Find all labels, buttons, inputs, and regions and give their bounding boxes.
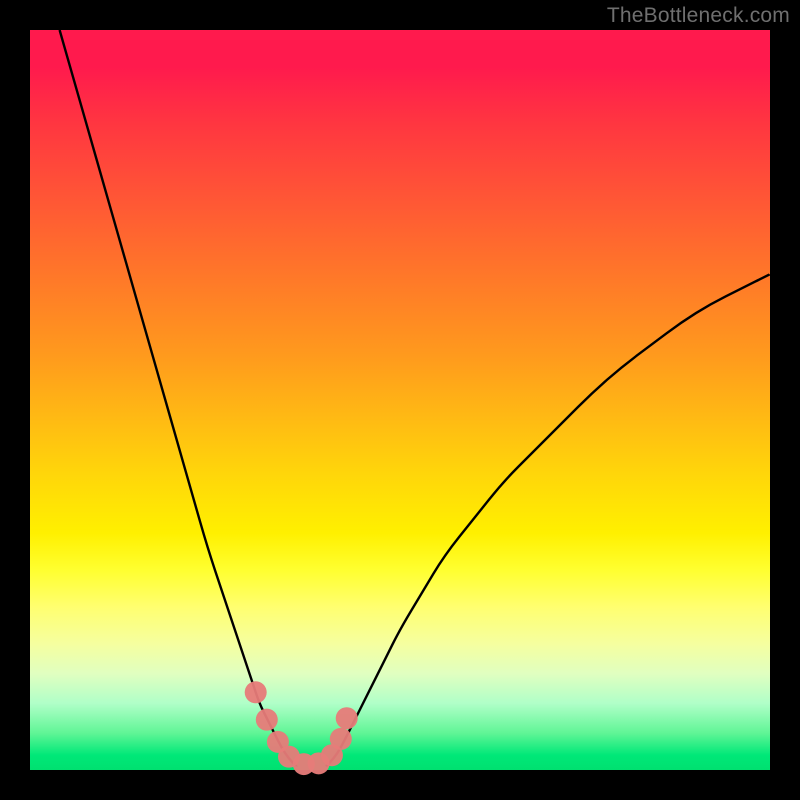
valley-marker-dot — [330, 728, 352, 750]
curve-right-branch — [326, 274, 770, 766]
curve-left-branch — [60, 30, 297, 766]
valley-marker-dot — [245, 681, 267, 703]
valley-marker-dot — [256, 709, 278, 731]
valley-marker-dot — [336, 707, 358, 729]
chart-svg — [30, 30, 770, 770]
watermark-text: TheBottleneck.com — [607, 4, 790, 28]
chart-frame: TheBottleneck.com — [0, 0, 800, 800]
valley-markers — [245, 681, 358, 775]
